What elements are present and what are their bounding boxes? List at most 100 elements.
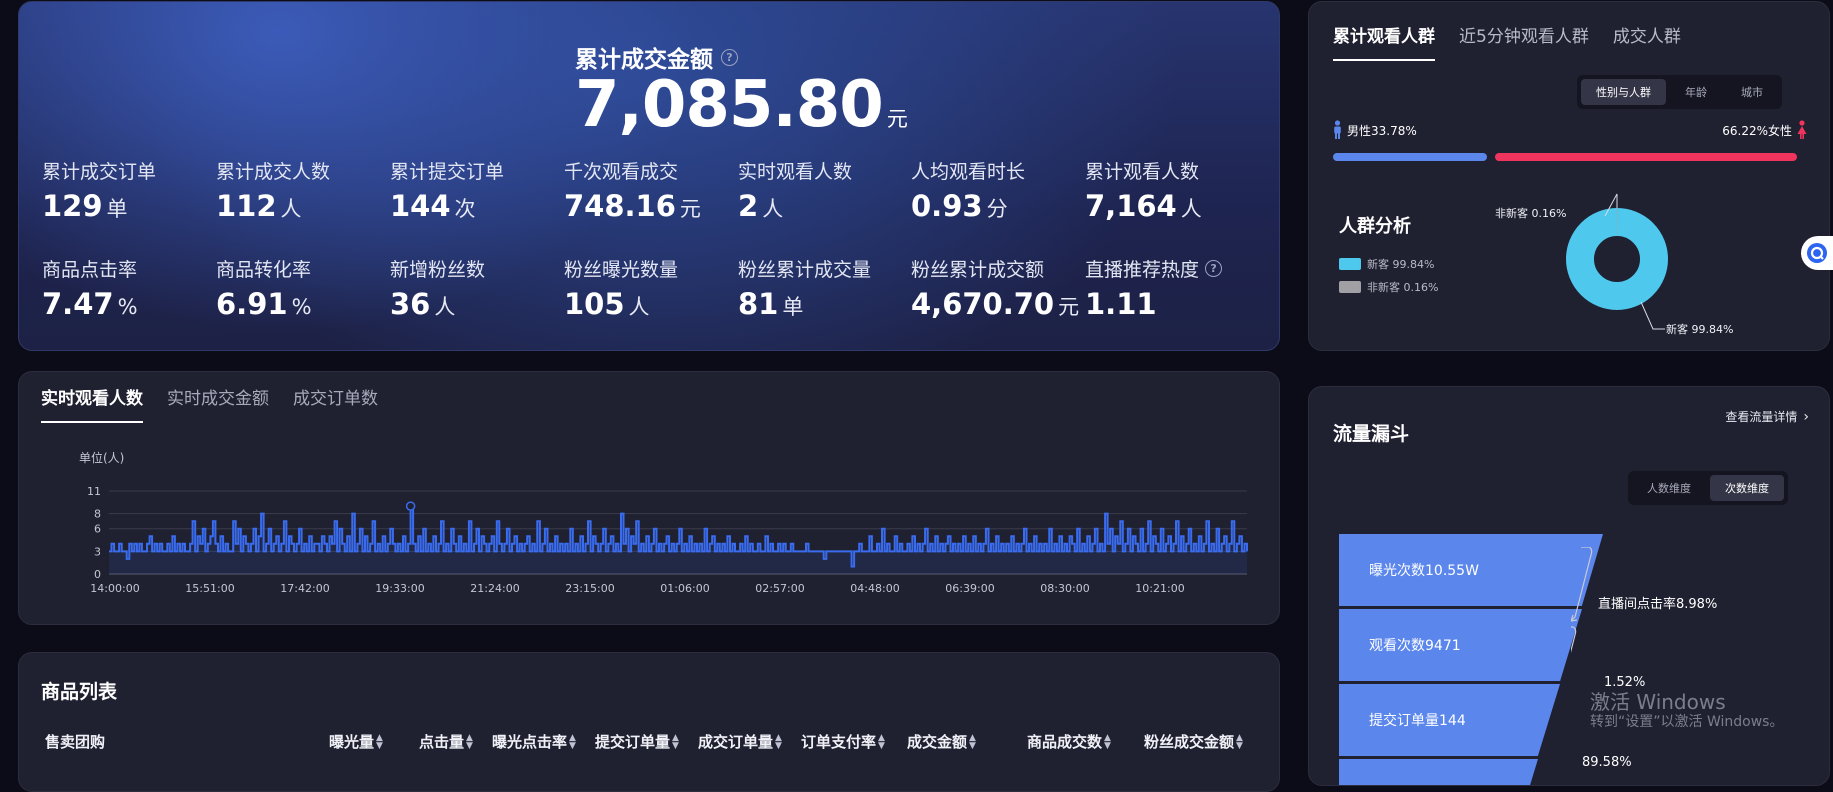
- segment-count-dimension[interactable]: 次数维度: [1710, 475, 1784, 501]
- tab-realtime-viewers[interactable]: 实时观看人数: [41, 384, 143, 423]
- metric-item[interactable]: 粉丝曝光数量 105 人: [564, 255, 734, 321]
- metric-item[interactable]: 商品转化率 6.91%: [216, 255, 386, 321]
- sort-icon[interactable]: ▲ ▼: [1104, 733, 1111, 750]
- metric-unit: %: [291, 295, 312, 319]
- column-header-sortable[interactable]: 成交金额 ▲ ▼: [907, 731, 976, 752]
- column-header-sortable[interactable]: 点击量 ▲ ▼: [419, 731, 473, 752]
- funnel-step-deals[interactable]: [1339, 759, 1538, 785]
- x-tick-label: 23:15:00: [565, 582, 614, 595]
- funnel-connector-arrows: [1571, 547, 1593, 653]
- column-header-sortable[interactable]: 商品成交数 ▲ ▼: [1027, 731, 1111, 752]
- tab-order-count[interactable]: 成交订单数: [293, 384, 378, 423]
- column-header-label: 曝光点击率: [492, 733, 568, 751]
- metric-item[interactable]: 千次观看成交 748.16 元: [564, 157, 734, 223]
- metric-value: 144: [390, 189, 451, 223]
- metric-value: 129: [42, 189, 103, 223]
- column-header-sortable[interactable]: 曝光点击率 ▲ ▼: [492, 731, 576, 752]
- metric-item[interactable]: 累计观看人数 7,164 人: [1085, 157, 1255, 223]
- metric-value: 6.91: [216, 287, 288, 321]
- windows-activation-hint: 转到“设置”以激活 Windows。: [1590, 714, 1784, 730]
- sort-icon[interactable]: ▲ ▼: [878, 733, 885, 750]
- help-icon[interactable]: ?: [721, 48, 738, 66]
- x-tick-label: 02:57:00: [755, 582, 804, 595]
- metric-value: 105: [564, 287, 625, 321]
- metric-item[interactable]: 累计提交订单 144 次: [390, 157, 560, 223]
- help-icon[interactable]: ?: [1205, 260, 1223, 277]
- metric-label: 累计观看人数: [1085, 161, 1200, 183]
- x-tick-label: 19:33:00: [375, 582, 424, 595]
- metric-item[interactable]: 粉丝累计成交额 4,670.70 元: [911, 255, 1081, 321]
- view-traffic-details-link[interactable]: 查看流量详情 ›: [1725, 408, 1809, 425]
- metric-unit: 分: [986, 197, 1008, 221]
- column-header-label: 粉丝成交金额: [1144, 733, 1235, 751]
- funnel-step-label: 曝光次数10.55W: [1369, 563, 1479, 579]
- support-float-button[interactable]: [1801, 236, 1833, 270]
- tab-realtime-gmv[interactable]: 实时成交金额: [167, 384, 269, 423]
- y-tick-label: 11: [87, 485, 101, 498]
- metric-item[interactable]: 累计成交订单 129 单: [42, 157, 212, 223]
- funnel-step-exposure[interactable]: 曝光次数10.55W: [1339, 534, 1603, 606]
- metric-value: 112: [216, 189, 277, 223]
- sort-icon[interactable]: ▲ ▼: [466, 733, 473, 750]
- column-header-sortable[interactable]: 提交订单量 ▲ ▼: [595, 731, 679, 752]
- column-header-label: 提交订单量: [595, 733, 671, 751]
- column-header-sortable[interactable]: 订单支付率 ▲ ▼: [801, 731, 885, 752]
- column-header-label: 商品成交数: [1027, 733, 1103, 751]
- sort-icon[interactable]: ▲ ▼: [1236, 733, 1243, 750]
- funnel-step-label: 观看次数9471: [1369, 638, 1461, 654]
- metric-label-text: 直播推荐热度: [1085, 259, 1200, 281]
- sort-icon[interactable]: ▲ ▼: [376, 733, 383, 750]
- column-header-sortable[interactable]: 成交订单量 ▲ ▼: [698, 731, 782, 752]
- metric-label: 累计提交订单: [390, 161, 505, 183]
- x-tick-label: 21:24:00: [470, 582, 519, 595]
- hero-value: 7,085.80 元: [575, 68, 908, 142]
- metric-unit: 人: [434, 295, 456, 319]
- metric-item[interactable]: 累计成交人数 112 人: [216, 157, 386, 223]
- audience-panel: 累计观看人群 近5分钟观看人群 成交人群 性别与人群 年龄 城市 男性33.78…: [1308, 1, 1830, 351]
- metric-label: 商品点击率: [42, 259, 138, 281]
- metric-item[interactable]: 新增粉丝数 36 人: [390, 255, 560, 321]
- x-tick-label: 04:48:00: [850, 582, 899, 595]
- hero-value-unit: 元: [886, 107, 908, 131]
- chat-icon: [1807, 243, 1827, 263]
- sort-icon[interactable]: ▲ ▼: [569, 733, 576, 750]
- x-tick-label: 15:51:00: [185, 582, 234, 595]
- metric-label: 人均观看时长: [911, 161, 1026, 183]
- funnel-title: 流量漏斗: [1333, 423, 1410, 445]
- sort-icon[interactable]: ▲ ▼: [969, 733, 976, 750]
- trend-panel: 实时观看人数 实时成交金额 成交订单数 单位(人) 0 3 6 8 11 14:00:00 1…: [18, 371, 1280, 625]
- metric-unit: 单: [106, 197, 128, 221]
- metric-item[interactable]: 实时观看人数 2人: [738, 157, 908, 223]
- metric-unit: %: [117, 295, 138, 319]
- hero-value-number: 7,085.80: [575, 68, 884, 142]
- funnel-dimension-control: 人数维度 次数维度: [1628, 471, 1788, 505]
- metric-unit: 次: [454, 197, 476, 221]
- viewers-line-chart: 单位(人) 0 3 6 8 11 14:00:00 15:51:00 17:42:00 19:33…: [79, 450, 1248, 595]
- column-header: 售卖团购: [45, 731, 105, 752]
- column-header-label: 订单支付率: [801, 733, 877, 751]
- sort-icon[interactable]: ▲ ▼: [775, 733, 782, 750]
- funnel-step-views[interactable]: 观看次数9471: [1339, 609, 1582, 681]
- metric-value: 748.16: [564, 189, 676, 223]
- metric-item[interactable]: 人均观看时长 0.93 分: [911, 157, 1081, 223]
- metric-item[interactable]: 商品点击率 7.47%: [42, 255, 212, 321]
- column-header-sortable[interactable]: 粉丝成交金额 ▲ ▼: [1144, 731, 1243, 752]
- metric-value: 1.11: [1085, 287, 1157, 321]
- x-tick-label: 17:42:00: [280, 582, 329, 595]
- x-tick-label: 01:06:00: [660, 582, 709, 595]
- metric-label: 新增粉丝数: [390, 259, 486, 281]
- metric-item[interactable]: 直播推荐热度? 1.11: [1085, 255, 1255, 321]
- sort-icon[interactable]: ▲ ▼: [672, 733, 679, 750]
- metric-unit: 单: [782, 295, 804, 319]
- funnel-step-orders[interactable]: 提交订单量144: [1339, 684, 1560, 756]
- peak-marker[interactable]: [405, 501, 416, 511]
- metric-value: 4,670.70: [911, 287, 1055, 321]
- metric-label: 粉丝累计成交额: [911, 259, 1045, 281]
- metric-item[interactable]: 粉丝累计成交量 81 单: [738, 255, 908, 321]
- metric-label: 累计成交人数: [216, 161, 331, 183]
- column-header-sortable[interactable]: 曝光量 ▲ ▼: [329, 731, 383, 752]
- segment-user-dimension[interactable]: 人数维度: [1632, 475, 1706, 501]
- metric-unit: 人: [628, 295, 650, 319]
- metric-label: 粉丝曝光数量: [564, 259, 679, 281]
- metric-label: 直播推荐热度?: [1085, 255, 1255, 282]
